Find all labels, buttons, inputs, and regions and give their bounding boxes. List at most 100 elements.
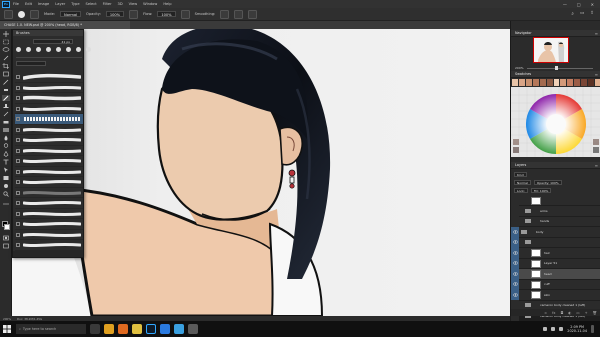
panel-menu-icon[interactable]: ≡: [595, 163, 598, 168]
color-swatch[interactable]: [546, 79, 553, 86]
firefox-icon[interactable]: [118, 324, 128, 334]
minimize-button[interactable]: —: [563, 2, 567, 7]
status-zoom[interactable]: 200%: [3, 317, 11, 321]
brush-preset[interactable]: [15, 219, 83, 230]
taskbar-clock[interactable]: 2:09 PM 2020-11-04: [567, 325, 587, 333]
photoshop-icon[interactable]: [146, 324, 156, 334]
brush-preset[interactable]: [15, 93, 83, 104]
layer-row[interactable]: hair: [511, 247, 600, 259]
volume-icon[interactable]: [551, 327, 556, 331]
brush-preset[interactable]: [15, 146, 83, 156]
gradient-tool-icon[interactable]: [2, 127, 10, 133]
menu-layer[interactable]: Layer: [55, 2, 65, 6]
brush-preset[interactable]: [15, 230, 83, 240]
pen-tool-icon[interactable]: [2, 150, 10, 157]
menu-select[interactable]: Select: [86, 2, 97, 6]
panel-menu-icon[interactable]: ≡: [595, 72, 598, 77]
brush-preset[interactable]: [15, 198, 83, 209]
delete-layer-icon[interactable]: 🗑: [593, 311, 597, 315]
eyedropper-tool-icon[interactable]: [2, 79, 10, 85]
opacity-field[interactable]: 100%: [105, 11, 125, 17]
brush-preset[interactable]: [15, 135, 83, 146]
brush-preset[interactable]: [15, 209, 83, 219]
navigator-zoom-value[interactable]: 200%: [515, 66, 524, 70]
new-group-icon[interactable]: ▭: [576, 311, 579, 315]
brush-preset[interactable]: [15, 177, 83, 188]
brush-preset[interactable]: [15, 188, 83, 198]
brush-search-input[interactable]: [16, 61, 46, 66]
rectangle-tool-icon[interactable]: [2, 175, 10, 181]
add-mask-icon[interactable]: ◘: [560, 311, 563, 315]
brush-preset-selected[interactable]: [15, 114, 83, 125]
background-color-swatch[interactable]: [4, 224, 10, 230]
color-swatch[interactable]: [539, 79, 546, 86]
blur-tool-icon[interactable]: [2, 135, 10, 141]
brush-tip-icon[interactable]: [16, 47, 21, 52]
lasso-tool-icon[interactable]: [2, 47, 10, 53]
brush-settings-icon[interactable]: [30, 9, 39, 19]
task-view-icon[interactable]: [90, 324, 100, 334]
move-tool-icon[interactable]: [2, 31, 10, 37]
eye-icon[interactable]: [513, 303, 518, 307]
chrome-icon[interactable]: [104, 324, 114, 334]
panel-menu-icon[interactable]: ≡: [595, 31, 598, 36]
zoom-tool-icon[interactable]: [2, 191, 10, 197]
layers-tab[interactable]: Layers: [511, 163, 530, 167]
layer-row[interactable]: cuff: [511, 279, 600, 290]
layer-row[interactable]: Layer 51: [511, 258, 600, 269]
close-button[interactable]: ✕: [591, 2, 594, 7]
search-icon[interactable]: ⌕: [571, 11, 574, 17]
start-button[interactable]: [0, 321, 14, 337]
color-swatch[interactable]: [574, 79, 581, 86]
eye-icon[interactable]: [513, 282, 518, 286]
crop-tool-icon[interactable]: [2, 63, 10, 69]
menu-file[interactable]: File: [13, 2, 19, 6]
color-swatch[interactable]: [560, 79, 567, 86]
layer-group-row[interactable]: body: [511, 226, 600, 238]
marquee-tool-icon[interactable]: [2, 39, 10, 45]
menu-help[interactable]: Help: [163, 2, 171, 6]
brush-size-field[interactable]: 41 px: [33, 39, 73, 44]
network-icon[interactable]: [543, 327, 548, 331]
swatches-tab[interactable]: Swatches: [511, 72, 535, 76]
share-icon[interactable]: ⇪: [590, 11, 594, 17]
eye-icon[interactable]: [513, 209, 518, 213]
menu-type[interactable]: Type: [71, 2, 79, 6]
eye-icon[interactable]: [513, 292, 518, 297]
eye-icon[interactable]: [513, 261, 518, 265]
menu-filter[interactable]: Filter: [103, 2, 112, 6]
layer-fill-field[interactable]: Fill: 100%: [530, 187, 552, 193]
brush-preset[interactable]: [15, 83, 83, 93]
screen-mode-icon[interactable]: [2, 243, 10, 249]
color-wheel-graphic[interactable]: [511, 87, 600, 157]
notification-icon[interactable]: [591, 325, 594, 333]
mode-select[interactable]: Normal: [60, 11, 82, 17]
brush-preset[interactable]: [15, 125, 83, 135]
menu-view[interactable]: View: [129, 2, 138, 6]
taskbar-search-input[interactable]: ⌕ Type here to search: [16, 324, 86, 334]
symmetry-icon[interactable]: [248, 9, 258, 19]
pressure-opacity-icon[interactable]: [129, 9, 139, 19]
quick-select-tool-icon[interactable]: [2, 55, 10, 61]
layer-group-row[interactable]: [511, 237, 600, 248]
document-tab[interactable]: CHASE 1.0. NEW.psd @ 200% (head, RGB/8) …: [0, 21, 130, 29]
color-swatch[interactable]: [532, 79, 539, 86]
maximize-button[interactable]: □: [577, 2, 581, 7]
workspace-icon[interactable]: ▭: [580, 11, 584, 17]
navigator-zoom-slider[interactable]: [527, 67, 593, 69]
color-swatch[interactable]: [581, 79, 588, 86]
menu-3d[interactable]: 3D: [118, 2, 123, 6]
color-swatch[interactable]: [553, 79, 560, 86]
brush-preset[interactable]: [15, 72, 83, 83]
menu-image[interactable]: Image: [38, 2, 49, 6]
brush-tip-icon[interactable]: [26, 47, 31, 52]
flow-field[interactable]: 100%: [157, 11, 176, 17]
eye-icon[interactable]: [513, 198, 518, 202]
smoothing-gear-icon[interactable]: [220, 9, 230, 19]
layer-row[interactable]: skin: [511, 289, 600, 301]
layer-style-icon[interactable]: fx: [552, 311, 555, 315]
store-icon[interactable]: [174, 324, 184, 334]
brush-preset[interactable]: [15, 104, 83, 114]
color-swatch[interactable]: [567, 79, 574, 86]
brush-tool-icon[interactable]: [2, 95, 10, 101]
